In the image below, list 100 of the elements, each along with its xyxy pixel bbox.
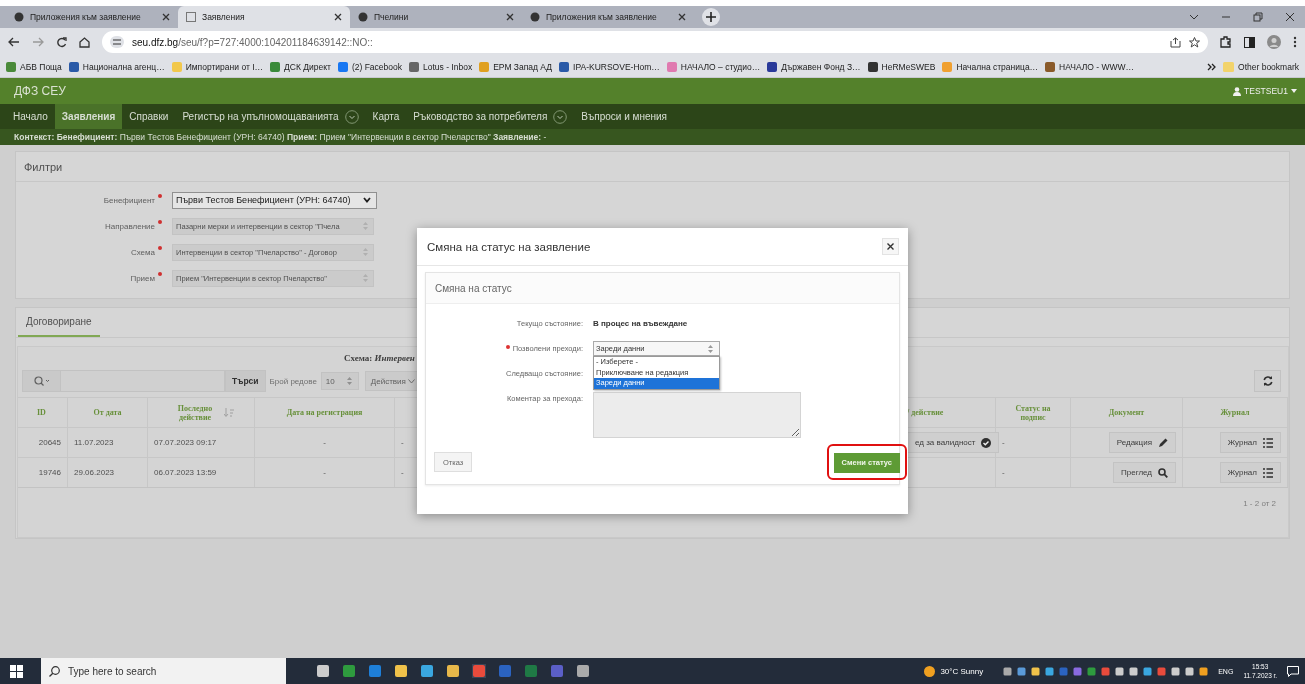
folder-icon: [1223, 61, 1235, 72]
chevron-down-icon: [363, 197, 371, 203]
taskbar-app-icon[interactable]: [316, 664, 330, 678]
reload-icon[interactable]: [56, 36, 67, 48]
table-cell: -: [1002, 468, 1005, 477]
bookmark[interactable]: Национална агенц…: [68, 61, 165, 72]
bookmark[interactable]: Държавен Фонд З…: [767, 61, 861, 72]
back-icon[interactable]: [8, 37, 20, 47]
taskbar-app-icon[interactable]: [342, 664, 356, 678]
bookmark[interactable]: НАЧАЛО - WWW…: [1045, 61, 1135, 72]
comment-field[interactable]: [593, 392, 801, 438]
taskbar-app-icon[interactable]: [576, 664, 590, 678]
table-cell: 11.07.2023: [74, 438, 114, 447]
field-label: Направление: [105, 221, 155, 231]
weather-widget[interactable]: 30°C Sunny: [924, 665, 984, 677]
close-icon[interactable]: [678, 13, 686, 21]
more-icon[interactable]: [1293, 36, 1297, 48]
taskbar-search-field[interactable]: Type here to search: [41, 658, 286, 684]
bookmark[interactable]: ДСК Директ: [270, 61, 331, 72]
sort-arrows-icon: [708, 344, 713, 353]
edit-button[interactable]: Редакция: [1108, 432, 1176, 453]
dialog-title: Смяна на статус на заявление: [427, 240, 591, 253]
field-label: Схема: [130, 247, 155, 257]
search-icon: [33, 376, 50, 386]
report-heading: Схема: Интервен: [344, 353, 415, 363]
site-settings-icon: [110, 36, 124, 48]
bookmark[interactable]: НАЧАЛО – студио…: [666, 61, 761, 72]
section-title: Смяна на статус: [435, 282, 512, 294]
chevron-down-icon[interactable]: [1189, 13, 1199, 21]
sun-icon: [924, 665, 936, 677]
sort-arrows-icon: [363, 222, 368, 230]
close-icon: [887, 243, 894, 250]
windows-start-icon[interactable]: [10, 664, 23, 678]
bookmark[interactable]: (2) Facebook: [337, 61, 402, 72]
bookmark[interactable]: Lotus - Inbox: [409, 61, 473, 72]
bookmark[interactable]: IPA-KURSOVE-Hom…: [559, 61, 660, 72]
journal-button[interactable]: Журнал: [1219, 432, 1281, 453]
close-icon[interactable]: [162, 13, 170, 21]
user-icon: [1233, 86, 1242, 96]
notification-icon[interactable]: [1287, 665, 1299, 677]
share-icon[interactable]: [1170, 36, 1181, 48]
browser-tab[interactable]: Пчелини: [350, 7, 522, 27]
address-bar[interactable]: seu.dfz.bg/seu/f?p=727:4000:104201184639142::NO::: [102, 31, 1208, 53]
field-label: Бенефициент: [103, 195, 155, 205]
star-icon[interactable]: [1189, 36, 1200, 48]
bookmark[interactable]: Начална страница…: [942, 61, 1039, 72]
page-icon: [530, 12, 540, 22]
table-cell: -: [323, 438, 326, 447]
nav-item[interactable]: Справки: [122, 104, 176, 129]
table-cell: 19746: [38, 468, 61, 477]
nav-item[interactable]: Заявления: [54, 104, 123, 129]
nav-item[interactable]: Карта: [365, 104, 407, 129]
search-button[interactable]: Търси: [225, 370, 266, 392]
browser-tab[interactable]: Приложения към заявление: [6, 7, 178, 27]
search-column-button[interactable]: [23, 371, 61, 391]
chevrons-icon[interactable]: [1207, 62, 1217, 71]
nav-item[interactable]: Начало: [6, 104, 55, 129]
puzzle-icon[interactable]: [1220, 36, 1232, 48]
journal-button[interactable]: Журнал: [1219, 462, 1281, 483]
refresh-button[interactable]: [1254, 370, 1281, 392]
close-button[interactable]: [882, 238, 899, 255]
table-cell: 06.07.2023 13:59: [154, 468, 217, 477]
taskbar-app-icon[interactable]: [420, 664, 434, 678]
taskbar-app-icon[interactable]: [446, 664, 460, 678]
restore-icon[interactable]: [1253, 12, 1263, 22]
bookmark[interactable]: ЕРМ Запад АД: [479, 61, 553, 72]
app-title[interactable]: ДФЗ СЕУ: [14, 84, 66, 98]
side-panel-icon[interactable]: [1244, 36, 1255, 48]
home-icon[interactable]: [79, 36, 90, 48]
bookmark[interactable]: Other bookmark: [1223, 61, 1299, 72]
browser-tab[interactable]: Заявления: [178, 6, 350, 28]
avatar-icon[interactable]: [1267, 35, 1281, 49]
pencil-icon: [1158, 437, 1168, 448]
table-cell: 07.07.2023 09:17: [154, 438, 217, 447]
taskbar-app-icon[interactable]: [394, 664, 408, 678]
view-button[interactable]: Преглед: [1113, 462, 1176, 483]
rows-select[interactable]: 10: [320, 372, 359, 390]
nav-item[interactable]: Регистър на упълномощаванията: [175, 104, 366, 129]
state-value: В процес на въвеждане: [593, 318, 688, 328]
close-icon[interactable]: [506, 13, 514, 21]
table-cell: -: [1002, 438, 1005, 447]
pagination-text: 1 - 2 от 2: [1243, 498, 1276, 508]
select-field[interactable]: Първи Тестов Бенефициент (УРН: 64740): [172, 191, 377, 209]
nav-item[interactable]: Въпроси и мнения: [574, 104, 674, 129]
page-icon: [186, 12, 196, 22]
validate-button[interactable]: ед за валидност: [907, 432, 1000, 453]
bookmark[interactable]: HeRMeSWEB: [867, 61, 936, 72]
browser-tab[interactable]: Приложения към заявление: [522, 7, 694, 27]
close-icon[interactable]: [334, 13, 342, 21]
bookmark[interactable]: АБВ Поща: [6, 61, 62, 72]
new-tab-icon[interactable]: [702, 8, 720, 26]
bookmark[interactable]: Импортирани от I…: [171, 61, 264, 72]
search-field[interactable]: [22, 370, 225, 392]
page-icon: [14, 12, 24, 22]
user-menu[interactable]: TESTSEU1: [1233, 86, 1297, 96]
region-tab[interactable]: Договориране: [18, 308, 100, 337]
table-cell: 20645: [38, 438, 61, 447]
close-icon[interactable]: [1285, 12, 1295, 22]
refresh-icon: [1262, 376, 1273, 386]
nav-item[interactable]: Ръководство за потребителя: [406, 104, 575, 129]
